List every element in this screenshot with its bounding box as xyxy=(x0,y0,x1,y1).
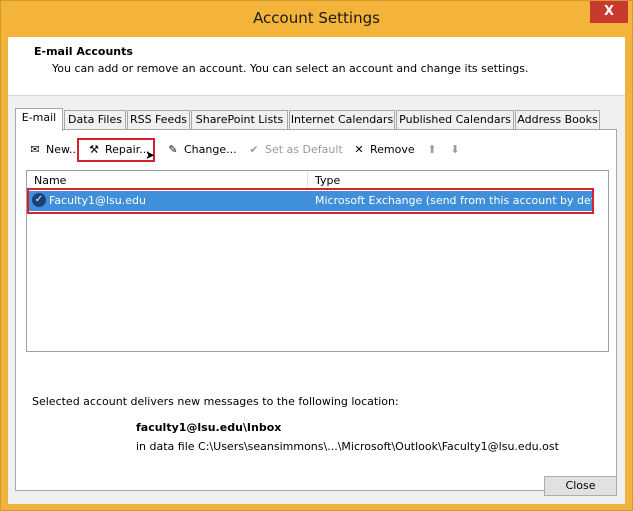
move-up-button[interactable]: ⬆ xyxy=(423,139,443,161)
change-label: Change... xyxy=(184,143,237,156)
new-button[interactable]: ✉ New... xyxy=(26,139,79,161)
title-bar[interactable]: Account Settings X xyxy=(1,1,632,37)
tab-sharepoint-lists[interactable]: SharePoint Lists xyxy=(191,110,288,129)
tab-email[interactable]: E-mail xyxy=(15,108,63,131)
move-down-button[interactable]: ⬇ xyxy=(446,139,466,161)
mouse-cursor-icon: ➤ xyxy=(145,148,156,162)
change-account-icon: ✎ xyxy=(168,143,178,156)
tab-rss-feeds[interactable]: RSS Feeds xyxy=(127,110,190,129)
account-settings-window: Account Settings X E-mail Accounts You c… xyxy=(0,0,633,511)
new-account-icon: ✉ xyxy=(30,143,40,156)
header-title: E-mail Accounts xyxy=(34,45,133,58)
close-button[interactable]: Close xyxy=(544,476,617,496)
accounts-list[interactable]: Name Type ✓ Faculty1@lsu.edu Microsoft E… xyxy=(26,170,609,352)
header-band: E-mail Accounts You can add or remove an… xyxy=(8,37,625,96)
new-label: New... xyxy=(46,143,80,156)
tab-published-calendars[interactable]: Published Calendars xyxy=(396,110,514,129)
dialog-client-area: E-mail Accounts You can add or remove an… xyxy=(8,37,625,504)
window-close-button[interactable]: X xyxy=(590,1,628,23)
repair-tools-icon: ⚒ xyxy=(89,143,99,156)
data-file-path: in data file C:\Users\seansimmons\...\Mi… xyxy=(136,440,559,453)
arrow-down-icon: ⬇ xyxy=(450,143,460,156)
remove-x-icon: ✕ xyxy=(354,143,364,156)
tab-data-files[interactable]: Data Files xyxy=(64,110,126,129)
tab-address-books[interactable]: Address Books xyxy=(515,110,600,129)
repair-label: Repair... xyxy=(105,143,150,156)
remove-label: Remove xyxy=(370,143,415,156)
arrow-up-icon: ⬆ xyxy=(427,143,437,156)
tab-internet-calendars[interactable]: Internet Calendars xyxy=(289,110,395,129)
delivery-description: Selected account delivers new messages t… xyxy=(32,395,399,408)
set-as-default-button[interactable]: ✔ Set as Default xyxy=(245,139,343,161)
email-tab-panel: ✉ New... ⚒ Repair... ➤ ✎ Change... ✔ Set as … xyxy=(15,129,617,491)
header-description: You can add or remove an account. You ca… xyxy=(52,62,529,75)
remove-button[interactable]: ✕ Remove xyxy=(350,139,415,161)
change-button[interactable]: ✎ Change... xyxy=(164,139,237,161)
checkmark-icon: ✔ xyxy=(249,143,259,156)
window-title: Account Settings xyxy=(253,9,380,27)
delivery-location: faculty1@lsu.edu\Inbox xyxy=(136,421,282,434)
set-default-label: Set as Default xyxy=(265,143,343,156)
repair-button[interactable]: ⚒ Repair... xyxy=(85,139,150,161)
row-highlight-box xyxy=(27,188,594,214)
